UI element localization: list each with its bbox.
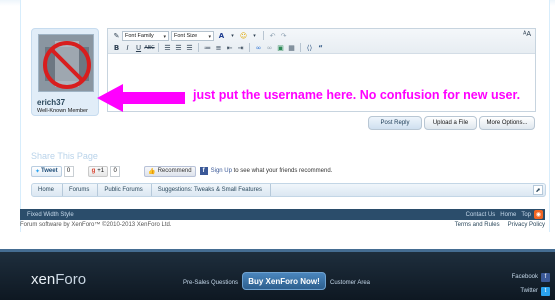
toolbar-divider	[249, 43, 250, 52]
code-icon[interactable]: ⟨⟩	[304, 42, 315, 53]
facebook-label: Facebook	[511, 274, 538, 280]
avatar[interactable]	[38, 34, 94, 92]
xenforo-footer: xenForo Pre-Sales Questions Buy XenForo …	[0, 249, 555, 300]
post-reply-button[interactable]: Post Reply	[368, 116, 422, 130]
strikethrough-icon[interactable]: ABC	[144, 42, 155, 53]
annotation-arrow-icon	[97, 84, 185, 112]
presales-link[interactable]: Pre-Sales Questions	[183, 280, 238, 286]
toolbar-divider	[158, 43, 159, 52]
username[interactable]: erich37	[37, 98, 65, 107]
logo-foro: Foro	[55, 271, 87, 288]
image-icon[interactable]: ▣	[275, 42, 286, 53]
text-color-icon[interactable]: A	[216, 30, 227, 41]
quote-icon[interactable]: “	[315, 42, 326, 53]
user-info-card: erich37 Well-Known Member	[31, 28, 99, 116]
align-left-icon[interactable]: ☰	[162, 42, 173, 53]
footer-links: Contact Us Home Top	[461, 212, 531, 218]
recommend-label: Recommend	[157, 168, 192, 174]
toolbar-divider	[263, 31, 264, 40]
numbered-list-icon[interactable]: ≡	[213, 42, 224, 53]
style-chooser-link[interactable]: Fixed Width Style	[27, 212, 74, 218]
chevron-down-icon: ▾	[208, 33, 211, 40]
thumbs-up-icon: 👍	[148, 168, 156, 175]
terms-link[interactable]: Terms and Rules	[455, 222, 500, 228]
share-buttons: ✦ Tweet 0 g +1 0 👍 Recommend f Sign Up t…	[31, 165, 332, 177]
media-icon[interactable]: ▦	[286, 42, 297, 53]
google-plus-icon: g	[91, 168, 96, 174]
breadcrumb-home[interactable]: Home	[32, 184, 64, 196]
contact-us-link[interactable]: Contact Us	[466, 212, 496, 218]
google-plus-count: 0	[110, 165, 121, 177]
share-page-heading: Share This Page	[31, 151, 98, 161]
google-plus-label: +1	[97, 168, 105, 174]
font-size-select[interactable]: Font Size ▾	[171, 30, 214, 41]
toggle-editor-icon[interactable]: ᴬA	[523, 31, 531, 38]
breadcrumb-public-forums[interactable]: Public Forums	[98, 184, 152, 196]
xenforo-logo[interactable]: xenForo	[31, 271, 86, 288]
chevron-down-icon: ▾	[163, 33, 166, 40]
twitter-bird-icon: ✦	[35, 167, 41, 175]
align-center-icon[interactable]: ☰	[173, 42, 184, 53]
jump-menu-icon[interactable]: ⬈	[533, 185, 543, 195]
tweet-button[interactable]: ✦ Tweet	[31, 165, 62, 177]
italic-icon[interactable]: I	[122, 42, 133, 53]
tweet-count: 0	[63, 165, 74, 177]
twitter-link[interactable]: Twitter t	[512, 285, 550, 297]
bullet-list-icon[interactable]: ≔	[202, 42, 213, 53]
signup-link[interactable]: Sign Up	[211, 168, 232, 174]
user-title: Well-Known Member	[37, 108, 88, 114]
legal-links: Terms and Rules Privacy Policy	[447, 222, 545, 228]
facebook-icon: f	[541, 272, 550, 282]
editor-toolbar: ✎ Font Family ▾ Font Size ▾ A ▾ ☺ ▾ ↶ ↷ …	[108, 29, 535, 54]
signup-rest: to see what your friends recommend.	[231, 168, 333, 174]
facebook-icon: f	[199, 167, 208, 175]
remove-format-icon[interactable]: ✎	[111, 30, 122, 41]
privacy-link[interactable]: Privacy Policy	[508, 222, 545, 228]
facebook-link[interactable]: Facebook f	[512, 271, 550, 283]
more-options-button[interactable]: More Options...	[479, 116, 535, 130]
avatar-image	[39, 35, 93, 91]
toolbar-row-1: ✎ Font Family ▾ Font Size ▾ A ▾ ☺ ▾ ↶ ↷	[111, 30, 289, 41]
breadcrumb-suggestions[interactable]: Suggestions: Tweaks & Small Features	[152, 184, 271, 196]
font-size-label: Font Size	[174, 32, 198, 39]
font-family-label: Font Family	[125, 32, 154, 39]
social-links: Facebook f Twitter t	[512, 271, 550, 299]
home-link[interactable]: Home	[500, 212, 516, 218]
twitter-icon: t	[541, 286, 550, 296]
breadcrumb: Home Forums Public Forums Suggestions: T…	[31, 183, 546, 197]
bold-icon[interactable]: B	[111, 42, 122, 53]
toolbar-divider	[198, 43, 199, 52]
breadcrumb-forums[interactable]: Forums	[63, 184, 99, 196]
redo-icon[interactable]: ↷	[278, 30, 289, 41]
facebook-signup-text: Sign Up to see what your friends recomme…	[211, 168, 333, 174]
customer-area-link[interactable]: Customer Area	[330, 280, 370, 286]
top-link[interactable]: Top	[521, 212, 531, 218]
toolbar-row-2: B I U ABC ☰ ☰ ☰ ≔ ≡ ⇤ ⇥ ∞ ∞ ▣ ▦ ⟨⟩ “	[111, 42, 326, 53]
google-plus-button[interactable]: g +1	[87, 165, 109, 177]
align-right-icon[interactable]: ☰	[184, 42, 195, 53]
font-family-select[interactable]: Font Family ▾	[122, 30, 169, 41]
toolbar-divider	[300, 43, 301, 52]
outdent-icon[interactable]: ⇤	[224, 42, 235, 53]
underline-icon[interactable]: U	[133, 42, 144, 53]
indent-icon[interactable]: ⇥	[235, 42, 246, 53]
annotation-text: just put the username here. No confusion…	[193, 88, 521, 102]
link-icon[interactable]: ∞	[253, 42, 264, 53]
logo-xen: xen	[31, 271, 56, 288]
copyright-text: Forum software by XenForo™ ©2010-2013 Xe…	[20, 222, 172, 228]
facebook-recommend-button[interactable]: 👍 Recommend	[144, 165, 196, 177]
unlink-icon[interactable]: ∞	[264, 42, 275, 53]
chevron-down-icon[interactable]: ▾	[227, 30, 238, 41]
rss-icon[interactable]: ◉	[534, 210, 543, 219]
upload-file-button[interactable]: Upload a File	[424, 116, 477, 130]
buy-xenforo-button[interactable]: Buy XenForo Now!	[242, 272, 326, 290]
tweet-label: Tweet	[41, 168, 58, 174]
chevron-down-icon[interactable]: ▾	[249, 30, 260, 41]
twitter-label: Twitter	[520, 288, 538, 294]
smilies-icon[interactable]: ☺	[238, 30, 249, 41]
undo-icon[interactable]: ↶	[267, 30, 278, 41]
footer-bar: Fixed Width Style Contact Us Home Top ◉	[20, 209, 545, 220]
